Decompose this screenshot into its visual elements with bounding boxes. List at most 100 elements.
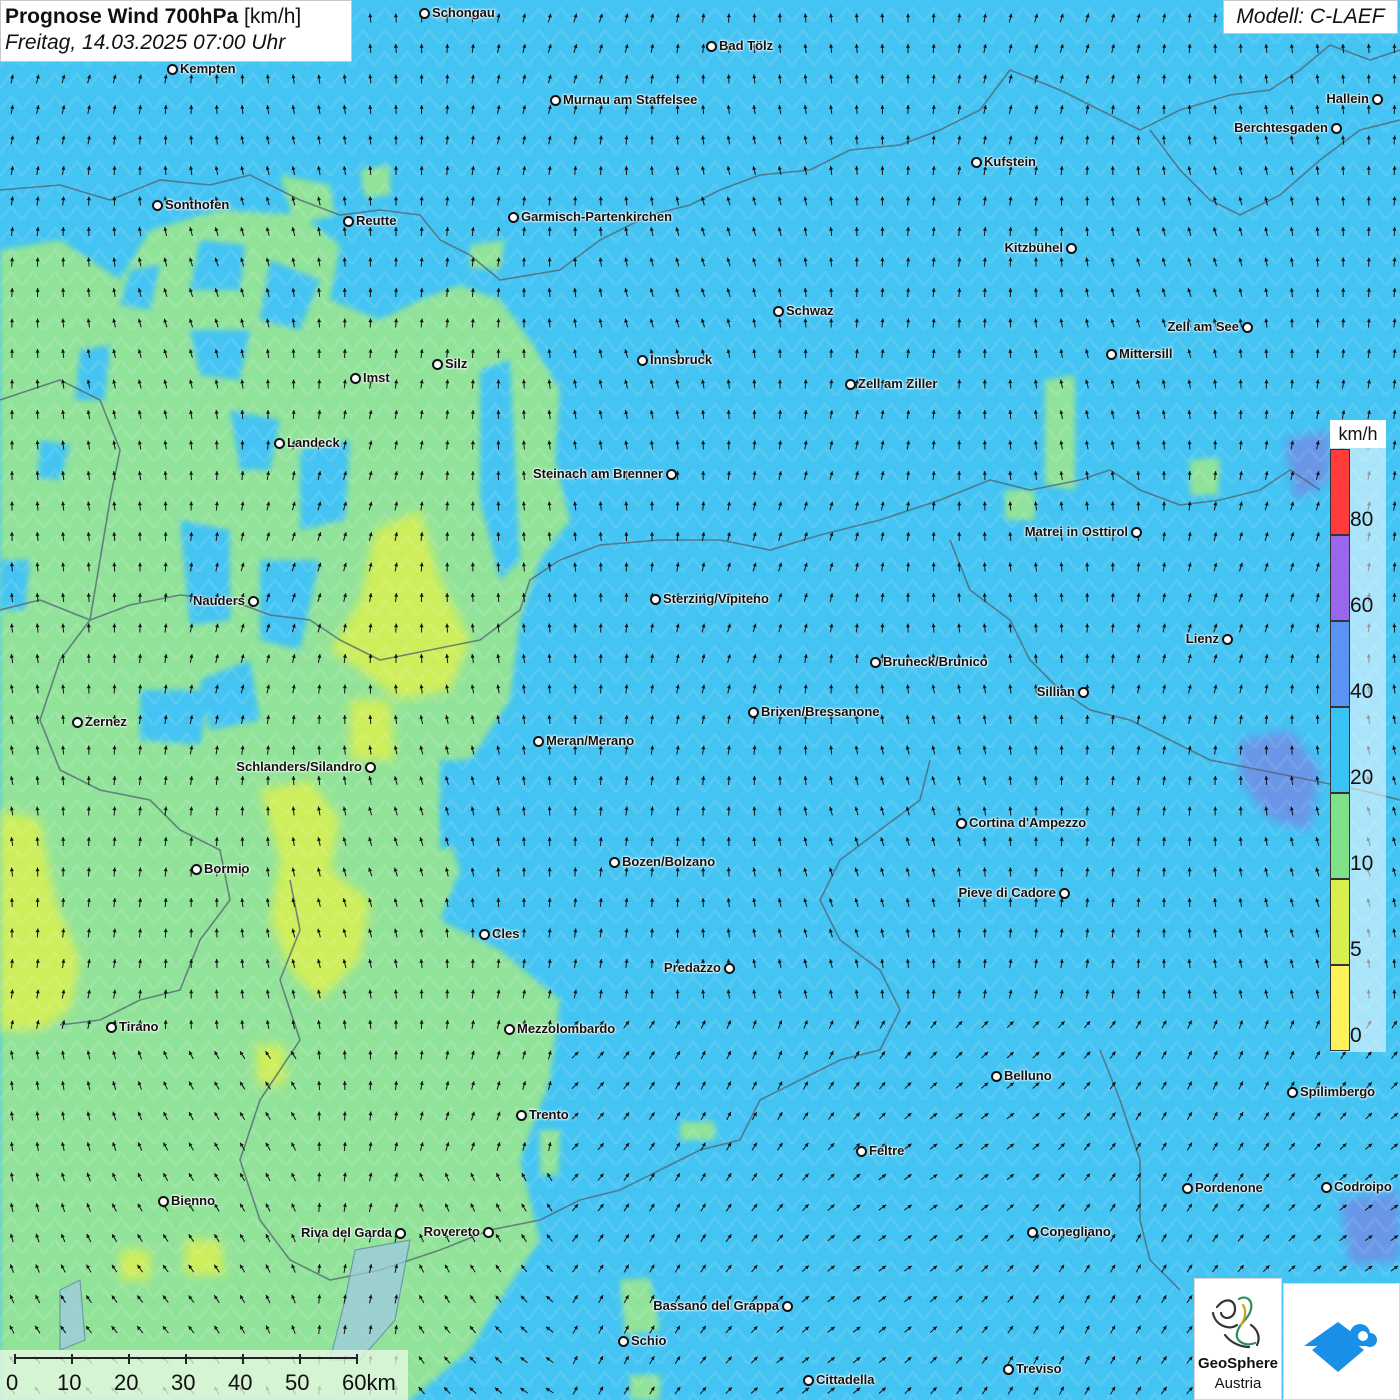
city-label: Cortina d'Ampezzo: [969, 815, 1087, 830]
city-label: Schlanders/Silandro: [236, 759, 362, 774]
city-marker-icon: [1131, 527, 1142, 538]
scale-bar-tick: [299, 1354, 301, 1364]
city-marker-icon: [773, 306, 784, 317]
scale-bar-tick: [356, 1354, 358, 1364]
city-marker-icon: [666, 469, 677, 480]
legend-tick-label: 0: [1350, 1024, 1362, 1047]
city-marker-icon: [343, 216, 354, 227]
scale-bar-label: 40: [228, 1370, 253, 1395]
city-marker-icon: [845, 379, 856, 390]
city-label: Schio: [631, 1333, 667, 1348]
city-label: Sillian: [1036, 684, 1075, 699]
map-title-main: Prognose Wind 700hPa: [5, 5, 239, 28]
city-label: Imst: [363, 370, 390, 385]
city-label: Riva del Garda: [300, 1225, 392, 1240]
city-marker-icon: [803, 1375, 814, 1386]
city-label: Brixen/Bressanone: [761, 704, 880, 719]
city-markers: Schongau Bad Tölz Kempten Murnau am Staffel…: [0, 0, 1400, 1400]
city-marker-icon: [706, 41, 717, 52]
geosphere-logo[interactable]: GeoSphere Austria: [1194, 1278, 1282, 1400]
city-label: Codroipo: [1334, 1179, 1392, 1194]
legend-color-segment: [1330, 879, 1350, 965]
model-label: Modell: C-LAEF: [1223, 0, 1398, 34]
app-cloud-icon-button[interactable]: [1283, 1283, 1400, 1400]
city-label: Feltre: [869, 1143, 905, 1158]
legend-tick-label: 5: [1350, 938, 1362, 961]
city-marker-icon: [1321, 1182, 1332, 1193]
legend-tick-label: 40: [1350, 680, 1374, 703]
city-marker-icon: [1242, 322, 1253, 333]
city-label: Spilimbergo: [1300, 1084, 1376, 1099]
city-marker-icon: [1106, 349, 1117, 360]
city-marker-icon: [856, 1146, 867, 1157]
city-marker-icon: [650, 594, 661, 605]
city-label: Zernez: [85, 714, 127, 729]
city-label: Rovereto: [423, 1224, 480, 1239]
city-marker-icon: [191, 864, 202, 875]
city-marker-icon: [395, 1228, 406, 1239]
city-marker-icon: [724, 963, 735, 974]
city-label: Bruneck/Brunico: [883, 654, 988, 669]
city-marker-icon: [350, 373, 361, 384]
scale-bar-label: 50: [285, 1370, 310, 1395]
scale-bar-tick: [71, 1354, 73, 1364]
city-label: Bozen/Bolzano: [622, 854, 716, 869]
city-marker-icon: [971, 157, 982, 168]
scale-bar-label: 60km: [342, 1370, 396, 1395]
city-label: Belluno: [1004, 1068, 1052, 1083]
legend-color-segment: [1330, 707, 1350, 793]
city-marker-icon: [1027, 1227, 1038, 1238]
city-label: Sterzing/Vipiteno: [663, 591, 769, 606]
city-marker-icon: [609, 857, 620, 868]
legend-tick-label: 60: [1350, 594, 1374, 617]
city-label: Innsbruck: [650, 352, 713, 367]
city-label: Schwaz: [786, 303, 834, 318]
city-marker-icon: [1059, 888, 1070, 899]
city-label: Tirano: [119, 1019, 159, 1034]
city-marker-icon: [167, 64, 178, 75]
cloud-arrow-icon: [1304, 1322, 1377, 1372]
city-marker-icon: [870, 657, 881, 668]
city-label: Meran/Merano: [546, 733, 635, 748]
city-marker-icon: [419, 8, 430, 19]
city-marker-icon: [152, 200, 163, 211]
city-marker-icon: [748, 707, 759, 718]
city-marker-icon: [508, 212, 519, 223]
city-marker-icon: [618, 1336, 629, 1347]
city-label: Pieve di Cadore: [958, 885, 1056, 900]
forecast-datetime: Freitag, 14.03.2025 07:00 Uhr: [5, 31, 286, 54]
city-marker-icon: [479, 929, 490, 940]
city-marker-icon: [991, 1071, 1002, 1082]
city-label: Matrei in Osttirol: [1024, 524, 1128, 539]
map-title-box: Prognose Wind 700hPa [km/h] Freitag, 14.…: [0, 0, 352, 62]
legend-tick-label: 80: [1350, 508, 1374, 531]
city-marker-icon: [158, 1196, 169, 1207]
scale-bar-label: 10: [57, 1370, 82, 1395]
city-label: Landeck: [287, 435, 340, 450]
city-label: Zell am Ziller: [858, 376, 938, 391]
city-label: Conegliano: [1040, 1224, 1111, 1239]
map-title: Prognose Wind 700hPa [km/h]: [5, 4, 347, 30]
city-label: Pordenone: [1195, 1180, 1263, 1195]
city-label: Silz: [445, 356, 468, 371]
legend-color-segment: [1330, 793, 1350, 879]
scale-bar-label: 20: [114, 1370, 139, 1395]
legend-tick-label: 20: [1350, 766, 1374, 789]
city-marker-icon: [72, 717, 83, 728]
city-label: Cittadella: [816, 1372, 875, 1387]
scale-bar-label: 0: [6, 1370, 19, 1395]
city-label: Zell am See: [1167, 319, 1239, 334]
city-marker-icon: [106, 1022, 117, 1033]
city-marker-icon: [516, 1110, 527, 1121]
city-label: Trento: [529, 1107, 569, 1122]
city-marker-icon: [365, 762, 376, 773]
city-label: Kempten: [180, 61, 236, 76]
logo-line1: GeoSphere: [1197, 1355, 1279, 1372]
map-title-unit: [km/h]: [244, 5, 302, 28]
city-marker-icon: [1078, 687, 1089, 698]
scale-bar-tick: [185, 1354, 187, 1364]
logo-line2: Austria: [1214, 1375, 1262, 1392]
city-label: Predazzo: [663, 960, 721, 975]
city-label: Bormio: [204, 861, 250, 876]
legend-tick-label: 10: [1350, 852, 1374, 875]
